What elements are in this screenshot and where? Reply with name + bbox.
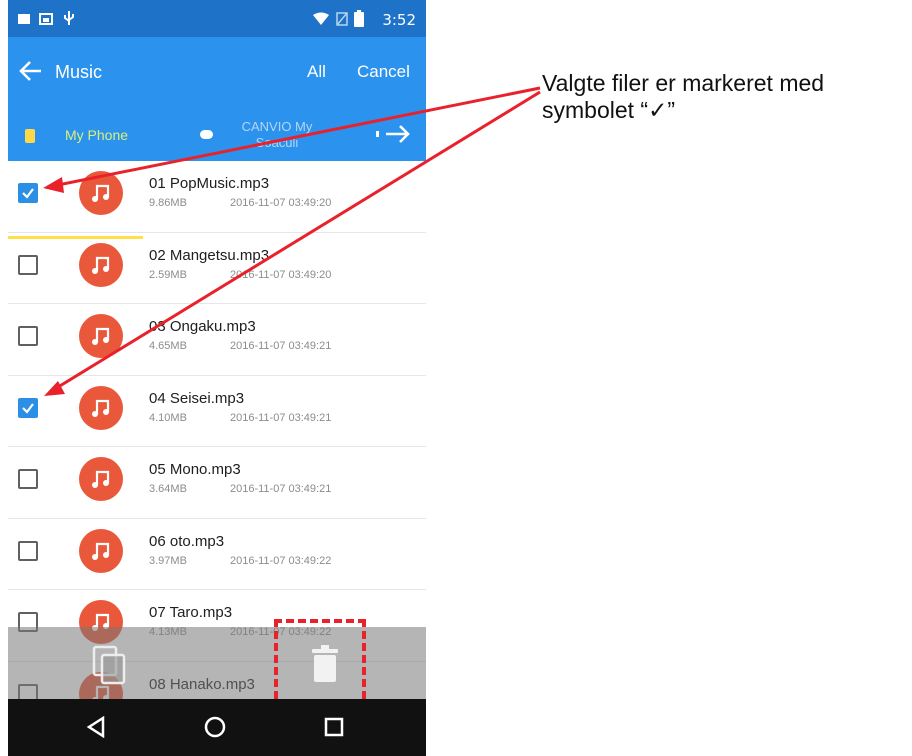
music-note-icon — [79, 314, 123, 358]
square-recents-icon — [324, 717, 344, 737]
file-row[interactable]: 06 oto.mp3 3.97MB 2016-11-07 03:49:22 — [8, 519, 426, 590]
file-row[interactable]: 02 Mangetsu.mp3 2.59MB 2016-11-07 03:49:20 — [8, 233, 426, 304]
file-size: 3.64MB — [149, 483, 187, 495]
tab-my-phone[interactable]: My Phone — [65, 127, 128, 143]
nav-back-button[interactable] — [86, 715, 106, 743]
file-checkbox[interactable] — [18, 326, 38, 346]
no-sim-icon — [336, 12, 348, 31]
file-checkbox[interactable] — [18, 183, 38, 203]
usb-drive-icon — [200, 130, 213, 139]
nav-home-button[interactable] — [203, 715, 227, 744]
gallery-icon — [39, 12, 53, 30]
file-name: 04 Seisei.mp3 — [149, 389, 245, 407]
file-date: 2016-11-07 03:49:20 — [230, 268, 332, 281]
file-name: 07 Taro.mp3 — [149, 604, 233, 621]
checkmark-icon — [22, 402, 34, 414]
music-note-icon — [79, 528, 123, 573]
back-button[interactable] — [18, 59, 44, 83]
annotation-line-2: symbolet “✓” — [542, 97, 676, 123]
file-name: 05 Mono.mp3 — [149, 461, 241, 478]
file-name: 03 Ongaku.mp3 — [149, 318, 256, 335]
annotation-callout: Valgte filer er markeret med symbolet “✓… — [542, 70, 910, 124]
cancel-button[interactable]: Cancel — [357, 62, 410, 82]
copy-icon — [92, 645, 126, 685]
checkmark-icon — [22, 188, 34, 199]
arrow-right-icon — [376, 125, 410, 143]
tab-usb-drive[interactable]: CANVIO My Soaculi — [232, 119, 322, 151]
triangle-back-icon — [86, 715, 105, 739]
music-note-icon — [79, 385, 123, 430]
annotation-line-1: Valgte filer er markeret med — [542, 70, 825, 96]
file-checkbox[interactable] — [18, 469, 38, 489]
status-bar: 3:52 — [8, 0, 426, 37]
phone-screen: 3:52 Music All Cancel My Phone CANVIO My… — [8, 0, 426, 756]
select-all-button[interactable]: All — [307, 62, 326, 82]
app-bar: Music All Cancel My Phone CANVIO My Soac… — [8, 37, 426, 239]
clock: 3:52 — [382, 11, 416, 29]
file-checkbox[interactable] — [18, 540, 38, 561]
location-tabs: My Phone CANVIO My Soaculi — [8, 115, 426, 239]
file-name: 01 PopMusic.mp3 — [149, 175, 270, 192]
arrow-left-icon — [19, 61, 41, 81]
file-name: 02 Mangetsu.mp3 — [149, 246, 270, 264]
file-size: 3.97MB — [149, 554, 187, 567]
file-date: 2016-11-07 03:49:20 — [230, 197, 332, 209]
page-title: Music — [55, 62, 103, 82]
music-note-icon — [79, 242, 123, 287]
file-date: 2016-11-07 03:49:21 — [230, 340, 332, 352]
notification-icon — [17, 12, 31, 30]
nav-recents-button[interactable] — [324, 717, 344, 742]
file-row[interactable]: 01 PopMusic.mp3 9.86MB 2016-11-07 03:49:20 — [8, 161, 426, 233]
file-name: 06 oto.mp3 — [149, 532, 225, 550]
file-row[interactable]: 04 Seisei.mp3 4.10MB 2016-11-07 03:49:21 — [8, 376, 426, 447]
file-row[interactable]: 05 Mono.mp3 3.64MB 2016-11-07 03:49:21 — [8, 447, 426, 519]
file-size: 2.59MB — [149, 268, 187, 281]
file-date: 2016-11-07 03:49:21 — [230, 411, 332, 424]
file-checkbox[interactable] — [18, 254, 38, 275]
music-note-icon — [79, 171, 123, 215]
copy-button[interactable] — [92, 645, 126, 690]
navigation-bar — [8, 699, 426, 756]
file-row[interactable]: 03 Ongaku.mp3 4.65MB 2016-11-07 03:49:21 — [8, 304, 426, 376]
file-checkbox[interactable] — [18, 397, 38, 418]
file-size: 4.10MB — [149, 411, 187, 424]
music-note-icon — [79, 457, 123, 501]
file-size: 4.65MB — [149, 340, 187, 352]
circle-home-icon — [204, 716, 226, 738]
phone-storage-icon — [25, 129, 35, 143]
wifi-icon — [312, 12, 330, 31]
file-size: 9.86MB — [149, 197, 187, 209]
file-date: 2016-11-07 03:49:22 — [230, 554, 332, 567]
delete-highlight-box — [274, 619, 366, 711]
usb-icon — [62, 10, 76, 31]
file-date: 2016-11-07 03:49:21 — [230, 483, 332, 495]
battery-icon — [354, 10, 364, 32]
next-location-button[interactable] — [372, 121, 416, 153]
